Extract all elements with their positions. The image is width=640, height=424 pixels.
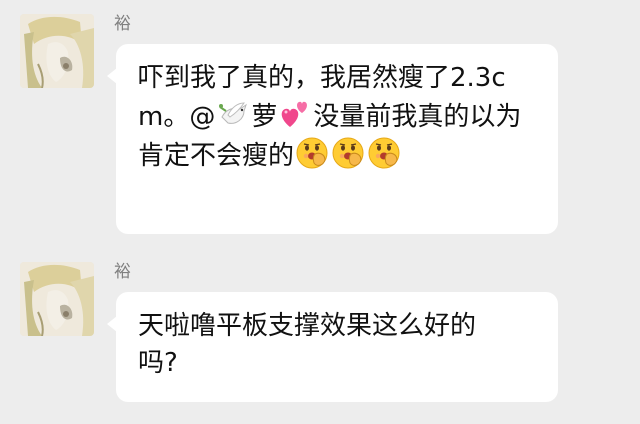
two-hearts-emoji-icon <box>278 97 312 131</box>
dove-emoji-icon <box>216 97 250 131</box>
message-text: 吓到我了真的，我居然瘦了2.3cm。@ 萝 没量前我真的以为肯定不会瘦的 <box>138 60 538 175</box>
message-bubble[interactable]: 吓到我了真的，我居然瘦了2.3cm。@ 萝 没量前我真的以为肯定不会瘦的 <box>107 44 558 234</box>
sender-avatar[interactable] <box>20 14 94 88</box>
sender-name: 裕 <box>114 262 131 282</box>
avatar-image <box>20 14 94 88</box>
message-text: 天啦噜平板支撑效果这么好的吗? <box>138 308 538 382</box>
sender-avatar[interactable] <box>20 262 94 336</box>
message-text-part: 萝 <box>251 102 278 132</box>
message-text-part: 天啦噜平板支撑效果这么好的吗? <box>138 311 477 378</box>
message-bubble[interactable]: 天啦噜平板支撑效果这么好的吗? <box>107 292 558 402</box>
avatar-image <box>20 262 94 336</box>
sender-name: 裕 <box>114 14 131 34</box>
face-with-hand-over-mouth-emoji-icon <box>331 136 365 170</box>
face-with-hand-over-mouth-emoji-icon <box>295 136 329 170</box>
face-with-hand-over-mouth-emoji-icon <box>367 136 401 170</box>
